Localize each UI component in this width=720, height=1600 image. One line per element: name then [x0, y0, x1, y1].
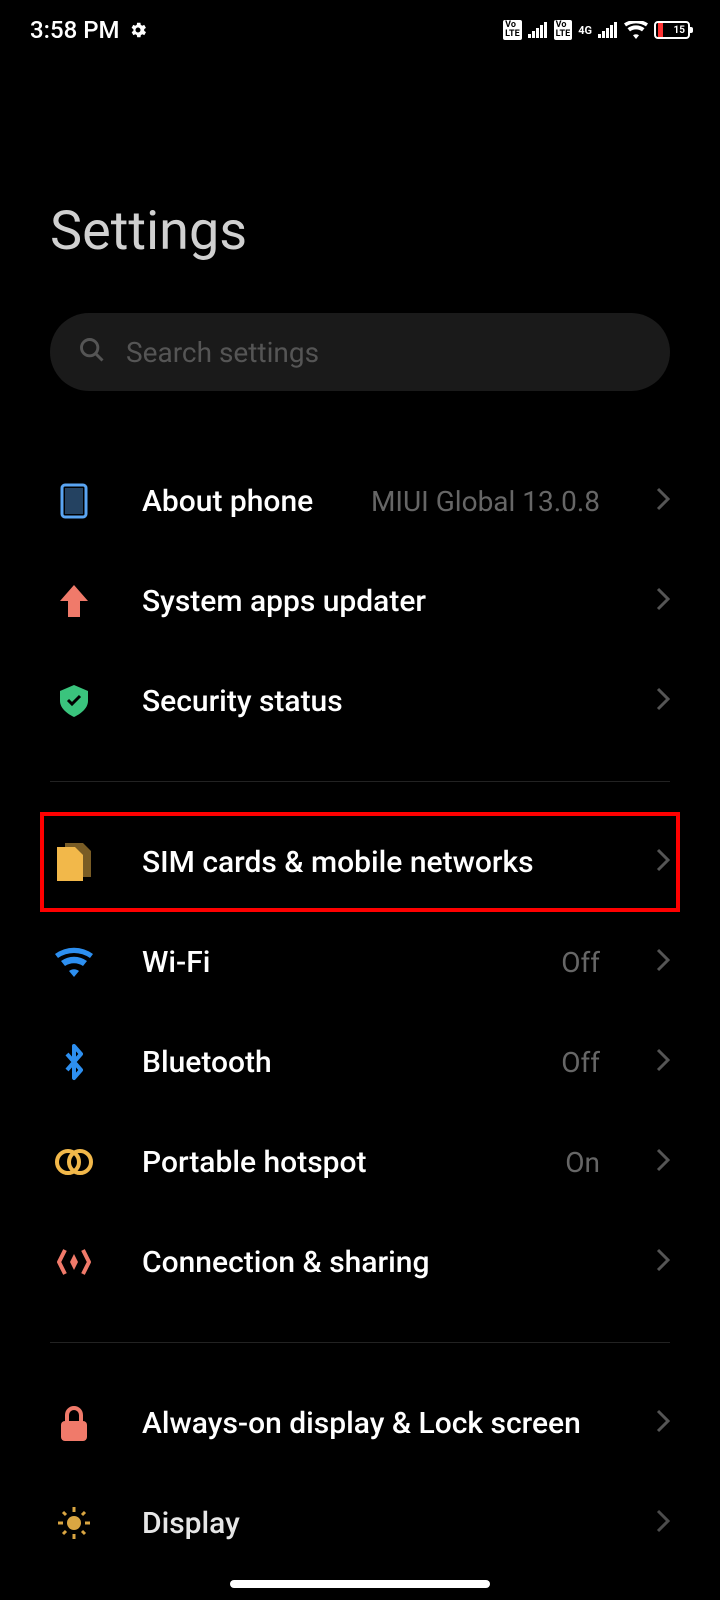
settings-item-portable-hotspot[interactable]: Portable hotspot On — [0, 1112, 720, 1212]
signal-icon-1 — [528, 22, 548, 38]
settings-item-wifi[interactable]: Wi-Fi Off — [0, 912, 720, 1012]
status-left: 3:58 PM — [30, 16, 148, 44]
phone-outline-icon — [54, 481, 94, 521]
chevron-right-icon — [656, 687, 670, 715]
settings-item-sim-cards[interactable]: SIM cards & mobile networks — [40, 812, 680, 912]
item-label: Portable hotspot — [142, 1145, 517, 1180]
settings-item-security-status[interactable]: Security status — [0, 651, 720, 751]
item-value: MIUI Global 13.0.8 — [371, 485, 600, 518]
chevron-right-icon — [656, 1248, 670, 1276]
signal-icon-2 — [598, 22, 618, 38]
brightness-icon — [54, 1503, 94, 1543]
item-label: Connection & sharing — [142, 1245, 608, 1280]
home-indicator[interactable] — [230, 1580, 490, 1588]
volte-icon-1: VoLTE — [503, 20, 522, 40]
settings-list: About phone MIUI Global 13.0.8 System ap… — [0, 391, 720, 1573]
page-title: Settings — [0, 60, 720, 313]
volte-icon-2: VoLTE — [554, 20, 573, 40]
status-time: 3:58 PM — [30, 16, 120, 44]
settings-item-bluetooth[interactable]: Bluetooth Off — [0, 1012, 720, 1112]
item-value: Off — [561, 946, 600, 979]
chevron-right-icon — [656, 1409, 670, 1437]
item-value: On — [565, 1146, 600, 1179]
item-label: SIM cards & mobile networks — [142, 845, 608, 880]
search-placeholder: Search settings — [126, 336, 319, 369]
chevron-right-icon — [656, 948, 670, 976]
shield-check-icon — [54, 681, 94, 721]
chevron-right-icon — [656, 848, 670, 876]
battery-icon: 15 — [654, 21, 690, 39]
chevron-right-icon — [656, 1509, 670, 1537]
divider — [50, 781, 670, 782]
search-icon — [78, 336, 106, 368]
settings-item-about-phone[interactable]: About phone MIUI Global 13.0.8 — [0, 451, 720, 551]
sim-card-icon — [54, 842, 94, 882]
bluetooth-icon — [54, 1042, 94, 1082]
item-value: Off — [561, 1046, 600, 1079]
status-right: VoLTE VoLTE 4G 15 — [503, 20, 690, 40]
wifi-icon — [54, 942, 94, 982]
chevron-right-icon — [656, 1148, 670, 1176]
item-label: Display — [142, 1506, 608, 1541]
item-label: Bluetooth — [142, 1045, 513, 1080]
item-label: Security status — [142, 684, 608, 719]
settings-item-always-on-display[interactable]: Always-on display & Lock screen — [0, 1373, 720, 1473]
arrow-up-icon — [54, 581, 94, 621]
item-label: System apps updater — [142, 584, 608, 619]
divider — [50, 1342, 670, 1343]
settings-item-connection-sharing[interactable]: Connection & sharing — [0, 1212, 720, 1312]
chevron-right-icon — [656, 487, 670, 515]
lock-icon — [54, 1403, 94, 1443]
item-label: Always-on display & Lock screen — [142, 1406, 608, 1441]
hotspot-rings-icon — [54, 1142, 94, 1182]
item-label: About phone — [142, 484, 323, 519]
wifi-status-icon — [624, 21, 648, 39]
gear-icon — [128, 20, 148, 40]
settings-item-system-apps-updater[interactable]: System apps updater — [0, 551, 720, 651]
status-bar: 3:58 PM VoLTE VoLTE 4G 15 — [0, 0, 720, 60]
item-label: Wi-Fi — [142, 945, 513, 980]
chevron-right-icon — [656, 587, 670, 615]
chevron-right-icon — [656, 1048, 670, 1076]
connection-share-icon — [54, 1242, 94, 1282]
settings-item-display[interactable]: Display — [0, 1473, 720, 1573]
network-4g-icon: 4G — [578, 25, 592, 36]
search-input[interactable]: Search settings — [50, 313, 670, 391]
